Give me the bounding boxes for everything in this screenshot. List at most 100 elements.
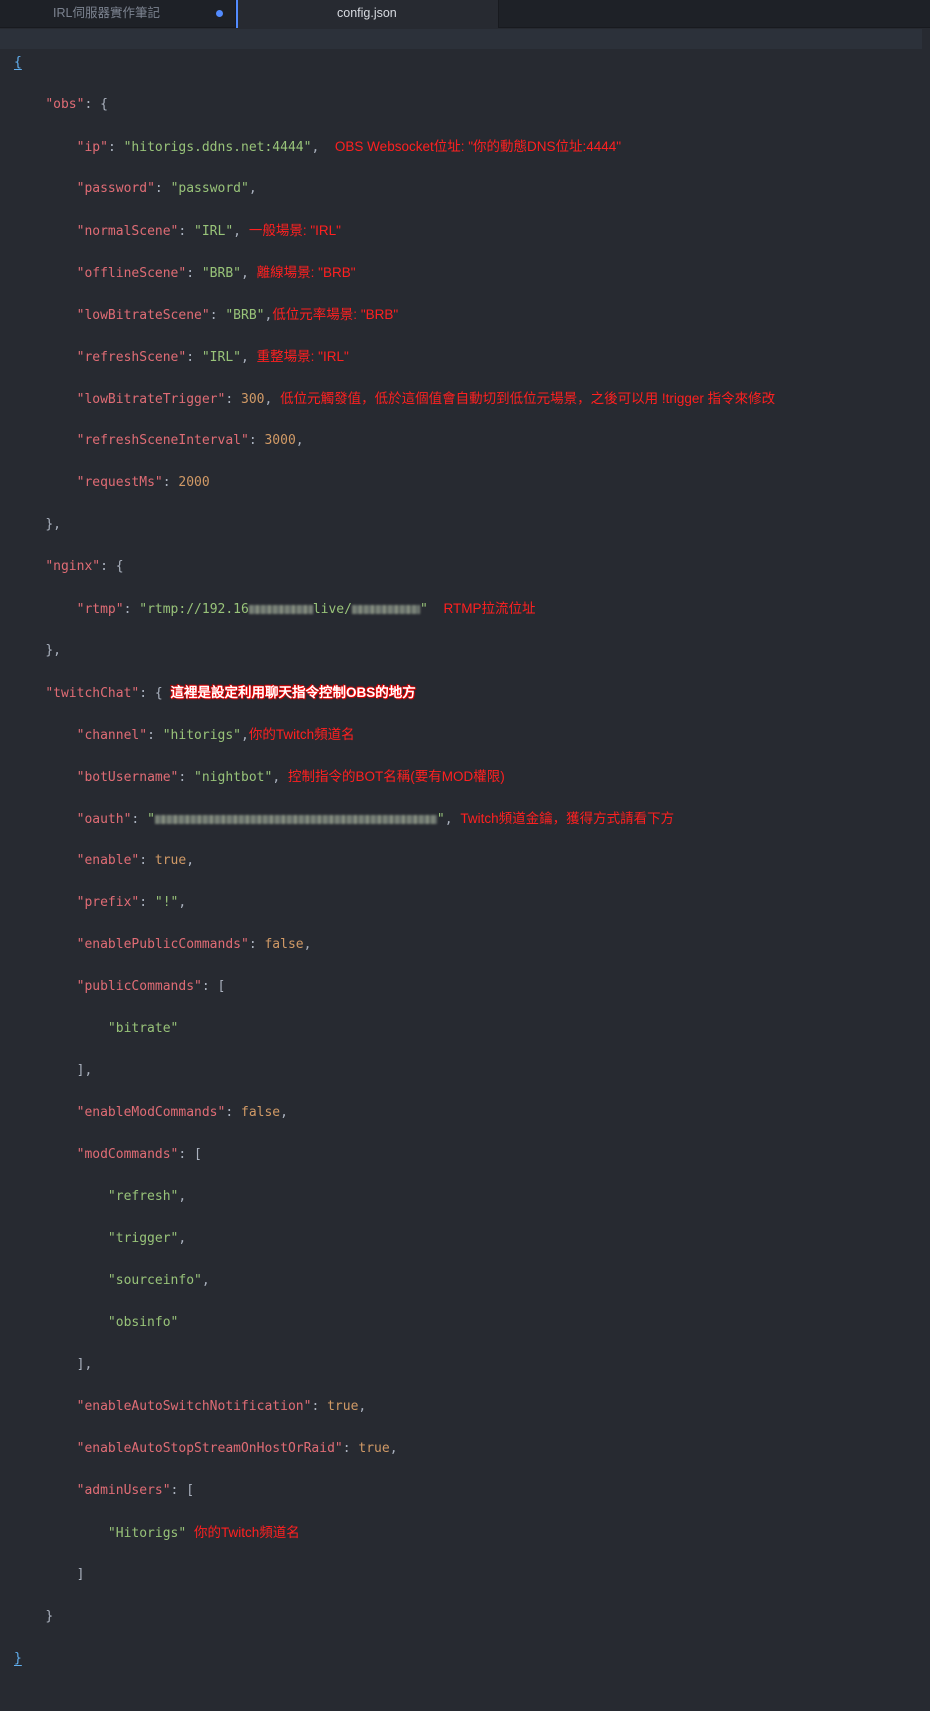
annotation: RTMP拉流位址: [443, 601, 536, 616]
json-value: "bitrate": [107, 1021, 179, 1036]
code-line: }: [14, 1648, 775, 1669]
code-line: "bitrate": [14, 1018, 775, 1039]
json-key: "adminUsers": [76, 1483, 171, 1498]
code-line: "botUsername": "nightbot", 控制指令的BOT名稱(要有…: [76, 769, 505, 785]
annotation: OBS Websocket位址: "你的動態DNS位址:4444": [334, 139, 622, 154]
json-value: "BRB": [201, 266, 241, 281]
code-line: }: [45, 1609, 54, 1624]
code-line: "trigger",: [107, 1231, 187, 1246]
json-value: "BRB": [225, 308, 265, 323]
code-line: "lowBitrateScene": "BRB",低位元率場景: "BRB": [76, 307, 399, 323]
annotation: 離線場景: "BRB": [256, 265, 356, 280]
code-line: "nginx": {: [45, 559, 124, 574]
tab-bar: IRL伺服器實作筆記 config.json: [0, 0, 930, 28]
annotation: 你的Twitch頻道名: [248, 727, 355, 742]
json-value: "sourceinfo": [107, 1273, 202, 1288]
json-value: ": [419, 602, 428, 617]
code-line: "refreshScene": "IRL", 重整場景: "IRL": [76, 349, 349, 365]
json-value: "refresh": [107, 1189, 179, 1204]
json-value: 300: [241, 392, 265, 407]
code-line: ],: [76, 1357, 93, 1372]
json-value: 3000: [264, 433, 296, 448]
json-value: true: [358, 1441, 390, 1456]
json-key: "enable": [76, 853, 140, 868]
code-line: "obs": {: [45, 97, 108, 112]
code-line: "lowBitrateTrigger": 300, 低位元觸發值，低於這個值會自…: [76, 391, 776, 407]
json-key: "lowBitrateTrigger": [76, 392, 226, 407]
code-line: "refresh",: [107, 1189, 187, 1204]
code-line: "requestMs": 2000: [76, 475, 210, 490]
code-line: "refreshSceneInterval": 3000,: [76, 433, 304, 448]
annotation: 低位元觸發值，低於這個值會自動切到低位元場景，之後可以用 !trigger 指令…: [280, 391, 776, 406]
json-key: "enableModCommands": [76, 1105, 226, 1120]
code-line: "rtmp": "rtmp://192.16 live/" RTMP拉流位址: [76, 601, 536, 617]
json-key: "offlineScene": [76, 266, 187, 281]
json-value: 2000: [178, 475, 210, 490]
code-line: "channel": "hitorigs",你的Twitch頻道名: [76, 727, 355, 743]
json-value: "!": [154, 895, 179, 910]
json-value: ": [147, 812, 155, 827]
json-key: "normalScene": [76, 224, 179, 239]
json-value: "nightbot": [194, 770, 273, 785]
json-value: "obsinfo": [107, 1315, 179, 1330]
code-line: "prefix": "!",: [76, 895, 187, 910]
json-value: "trigger": [107, 1231, 179, 1246]
bracket-match: {: [14, 55, 22, 70]
json-key: "ip": [76, 140, 108, 155]
json-value: true: [154, 853, 187, 868]
json-value: false: [264, 937, 304, 952]
code-line: "password": "password",: [76, 181, 257, 196]
json-key: "enableAutoStopStreamOnHostOrRaid": [76, 1441, 343, 1456]
code-line: "oauth": " ", Twitch頻道金鑰，獲得方式請看下方: [76, 811, 675, 827]
code-line: "adminUsers": [: [76, 1483, 195, 1498]
tab-label: config.json: [337, 6, 397, 20]
tab-irl-notes[interactable]: IRL伺服器實作筆記: [0, 0, 236, 27]
json-key: "twitchChat": [45, 686, 140, 701]
code-line: "offlineScene": "BRB", 離線場景: "BRB": [76, 265, 356, 281]
code-line: "enableAutoStopStreamOnHostOrRaid": true…: [76, 1441, 398, 1456]
code-line: "Hitorigs" 你的Twitch頻道名: [14, 1522, 775, 1543]
bracket-match: }: [14, 1651, 22, 1666]
json-key: "rtmp": [76, 602, 124, 617]
json-key: "refreshScene": [76, 350, 187, 365]
json-value: true: [327, 1399, 359, 1414]
code-line: "obsinfo": [14, 1312, 775, 1333]
json-value: ": [436, 812, 445, 827]
redacted-block: [154, 815, 437, 824]
json-value: "hitorigs": [162, 728, 242, 743]
json-key: "nginx": [45, 559, 101, 574]
code-line: "twitchChat": { 這裡是設定利用聊天指令控制OBS的地方: [45, 685, 416, 701]
annotation: Twitch頻道金鑰，獲得方式請看下方: [460, 811, 675, 826]
json-value: "Hitorigs": [107, 1526, 187, 1541]
json-key: "prefix": [76, 895, 140, 910]
code-line: ]: [76, 1567, 85, 1582]
annotation: 一般場景: "IRL": [248, 223, 341, 238]
annotation: 你的Twitch頻道名: [194, 1525, 300, 1540]
code-line: "enablePublicCommands": false,: [76, 937, 312, 952]
code-editor[interactable]: { "obs": { "ip": "hitorigs.ddns.net:4444…: [0, 28, 930, 1666]
code-line: "enableAutoSwitchNotification": true,: [76, 1399, 367, 1414]
annotation: 控制指令的BOT名稱(要有MOD權限): [287, 769, 505, 784]
code-line: "publicCommands": [: [76, 979, 226, 994]
code-line: {: [14, 52, 775, 73]
modified-dot-icon: [216, 10, 223, 17]
json-value: "hitorigs.ddns.net:4444": [123, 140, 312, 155]
tab-config-json[interactable]: config.json: [236, 0, 499, 28]
code-line: "modCommands": [: [76, 1147, 202, 1162]
json-value: "password": [170, 181, 249, 196]
json-key: "requestMs": [76, 475, 163, 490]
json-value: false: [241, 1105, 281, 1120]
code-line: ],: [76, 1063, 93, 1078]
json-value: "IRL": [194, 224, 234, 239]
redacted-block: [248, 605, 313, 614]
redacted-block: [351, 605, 420, 614]
json-key: "channel": [76, 728, 148, 743]
json-key: "oauth": [76, 812, 132, 827]
code-line: },: [45, 517, 61, 532]
json-key: "password": [76, 181, 155, 196]
code-line: "normalScene": "IRL", 一般場景: "IRL": [76, 223, 341, 239]
json-value: live/: [312, 602, 352, 617]
json-key: "lowBitrateScene": [76, 308, 210, 323]
annotation: 這裡是設定利用聊天指令控制OBS的地方: [170, 685, 416, 700]
json-key: "publicCommands": [76, 979, 202, 994]
